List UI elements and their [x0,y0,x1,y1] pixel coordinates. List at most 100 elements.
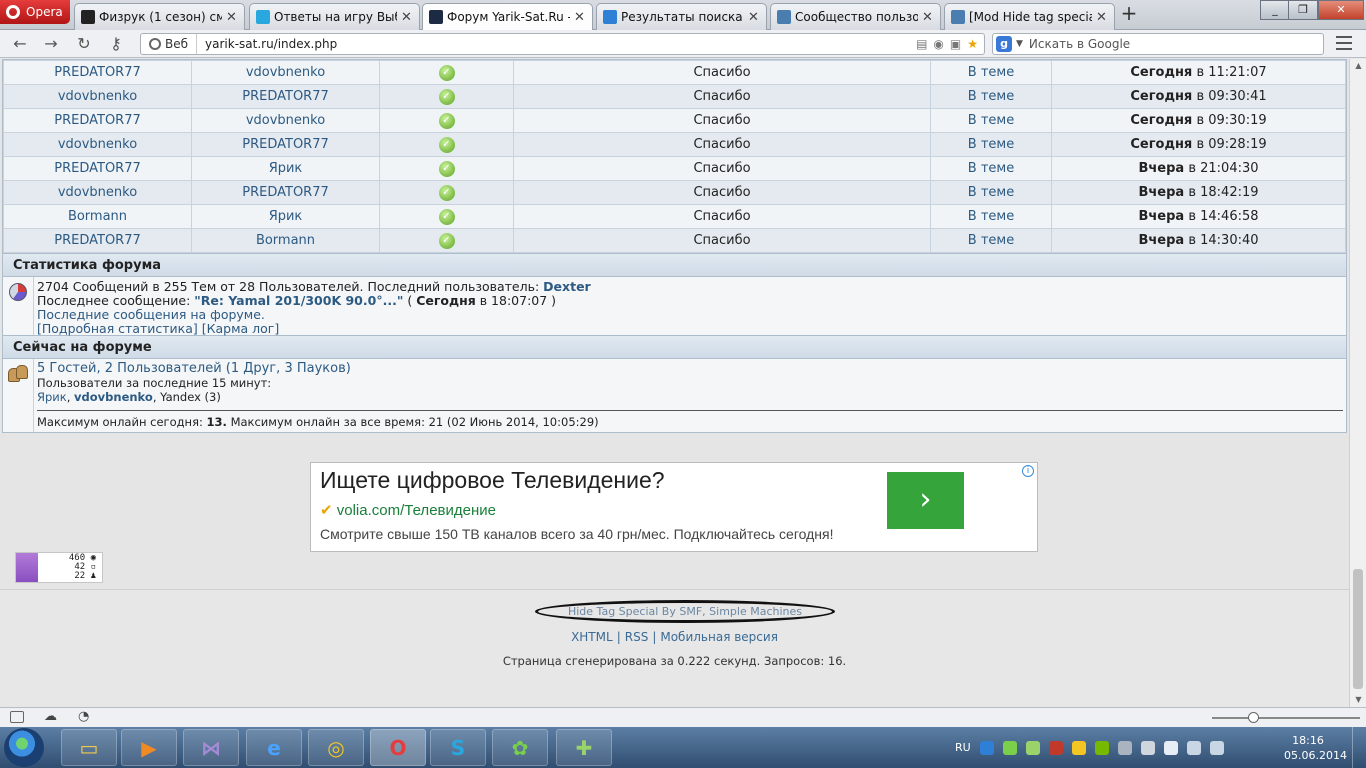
tab-close-icon[interactable]: ✕ [574,10,586,25]
xhtml-link[interactable]: XHTML [567,630,617,644]
tray-display-icon[interactable] [1140,740,1155,755]
copyright-link[interactable]: Hide Tag Special By SMF, Simple Machines [568,605,802,618]
rss-icon[interactable]: ◉ [933,37,943,51]
from-user-link[interactable]: PREDATOR77 [54,113,141,128]
from-user-link[interactable]: PREDATOR77 [54,161,141,176]
tab-fizruk[interactable]: Физрук (1 сезон) смот... ✕ [74,3,245,30]
online-user-vdovbnenko[interactable]: vdovbnenko [74,390,153,404]
from-user-link[interactable]: vdovbnenko [58,89,137,104]
last-post-link[interactable]: "Re: Yamal 201/300K 90.0°..." [194,293,403,308]
ad-info-icon[interactable]: i [1022,465,1034,477]
key-icon[interactable]: ⚷ [105,34,127,54]
rss-link[interactable]: RSS [621,630,653,644]
topic-link[interactable]: В теме [968,65,1014,80]
tab-mod-hide-tag[interactable]: [Mod Hide tag special] ... ✕ [944,3,1115,30]
tab-close-icon[interactable]: ✕ [1096,10,1108,25]
back-icon[interactable]: ← [9,34,31,54]
tab-close-icon[interactable]: ✕ [922,10,934,25]
scroll-thumb[interactable] [1353,569,1363,689]
opera-taskbar-icon[interactable]: O [370,729,426,766]
to-user-link[interactable]: Bormann [256,233,315,248]
ad-banner[interactable]: Ищете цифровое Телевидение? ✔ volia.com/… [310,462,1038,552]
panel-toggle-icon[interactable] [10,711,24,723]
ad-go-button[interactable]: › [887,472,964,529]
minimize-button[interactable]: _ [1260,0,1290,20]
topic-link[interactable]: В теме [968,113,1014,128]
icq-icon[interactable]: ✿ [492,729,548,766]
to-user-link[interactable]: PREDATOR77 [242,137,329,152]
ad-headline[interactable]: Ищете цифровое Телевидение? [320,467,665,494]
topic-link[interactable]: В теме [968,185,1014,200]
page-scrollbar[interactable]: ▲ ▼ [1349,59,1366,707]
detailed-stats-link[interactable]: [Подробная статистика] [37,321,198,336]
speed-dial-icon[interactable]: ◔ [78,709,89,724]
to-user-link[interactable]: Ярик [269,161,303,176]
to-user-link[interactable]: vdovbnenko [246,65,325,80]
karma-log-link[interactable]: [Карма лог] [202,321,280,336]
to-user-link[interactable]: PREDATOR77 [242,185,329,200]
topic-link[interactable]: В теме [968,233,1014,248]
mobile-version-link[interactable]: Мобильная версия [656,630,782,644]
page-icon[interactable]: ▤ [916,37,927,51]
scroll-down-icon[interactable]: ▼ [1354,695,1363,704]
star-icon[interactable]: ★ [967,37,978,51]
media-player-icon[interactable]: ▶ [121,729,177,766]
show-desktop-button[interactable] [1352,727,1366,768]
last-user-link[interactable]: Dexter [543,279,591,294]
zoom-slider[interactable] [1212,712,1360,723]
tray-chrome-icon[interactable] [1071,740,1086,755]
from-user-link[interactable]: Bormann [68,209,127,224]
search-input[interactable]: g ▼ Искать в Google [992,33,1324,55]
forward-icon[interactable]: → [40,34,62,54]
recent-posts-link[interactable]: Последние сообщения на форуме. [37,307,265,322]
tray-nvidia-icon[interactable] [1094,740,1109,755]
to-user-link[interactable]: vdovbnenko [246,113,325,128]
tray-e-icon[interactable] [979,740,994,755]
clock[interactable]: 18:16 05.06.2014 [1284,733,1347,763]
tab-search-results[interactable]: Результаты поиска ✕ [596,3,767,30]
maximize-button[interactable]: ❐ [1288,0,1318,20]
tab-close-icon[interactable]: ✕ [401,10,413,25]
internet-explorer-icon[interactable]: e [246,729,302,766]
close-window-button[interactable]: ✕ [1318,0,1364,20]
from-user-link[interactable]: vdovbnenko [58,137,137,152]
url-text[interactable]: yarik-sat.ru/index.php [197,37,337,51]
chevron-down-icon[interactable]: ▼ [1016,39,1023,49]
tray-network-icon[interactable] [1186,740,1201,755]
tray-shield-icon[interactable] [1002,740,1017,755]
web-badge[interactable]: Веб [141,34,198,54]
chrome-icon[interactable]: ◎ [308,729,364,766]
visit-counter[interactable]: 460 ◉ 42 ▫ 22 ♟ [15,552,103,583]
reload-icon[interactable]: ↻ [73,34,95,54]
visual-studio-icon[interactable]: ⋈ [183,729,239,766]
start-button[interactable] [4,728,44,767]
to-user-link[interactable]: PREDATOR77 [242,89,329,104]
from-user-link[interactable]: vdovbnenko [58,185,137,200]
explorer-icon[interactable]: ▭ [61,729,117,766]
puzzle-app-icon[interactable]: ✚ [556,729,612,766]
online-user-yarik[interactable]: Ярик [37,390,67,404]
ad-url[interactable]: ✔ volia.com/Телевидение [320,501,496,519]
menu-icon[interactable] [1336,36,1352,50]
to-user-link[interactable]: Ярик [269,209,303,224]
language-indicator[interactable]: RU [955,741,971,754]
zoom-knob[interactable] [1248,712,1259,723]
skype-icon[interactable]: S [430,729,486,766]
topic-link[interactable]: В теме [968,137,1014,152]
bookmark-page-icon[interactable]: ▣ [950,37,961,51]
tray-volume-icon[interactable] [1209,740,1224,755]
tray-keyboard-icon[interactable] [1117,740,1132,755]
tray-icq-icon[interactable] [1025,740,1040,755]
tab-close-icon[interactable]: ✕ [226,10,238,25]
address-bar[interactable]: Веб yarik-sat.ru/index.php ▤ ◉ ▣ ★ [140,33,985,55]
topic-link[interactable]: В теме [968,89,1014,104]
scroll-up-icon[interactable]: ▲ [1354,61,1363,70]
topic-link[interactable]: В теме [968,209,1014,224]
tab-forum-active[interactable]: Форум Yarik-Sat.Ru - Г... ✕ [422,3,593,30]
cloud-icon[interactable]: ☁ [44,709,57,724]
online-summary-link[interactable]: 5 Гостей, 2 Пользователей (1 Друг, 3 Пау… [37,361,351,376]
topic-link[interactable]: В теме [968,161,1014,176]
tab-close-icon[interactable]: ✕ [748,10,760,25]
opera-menu-button[interactable]: Opera [0,0,70,24]
tray-bug-icon[interactable] [1048,740,1063,755]
